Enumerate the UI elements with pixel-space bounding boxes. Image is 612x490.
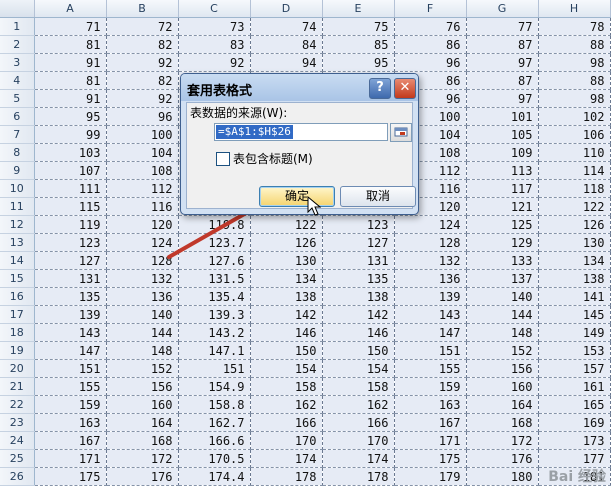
cancel-button[interactable]: 取消: [340, 186, 416, 207]
source-label: 表数据的来源(W):: [190, 106, 288, 120]
help-button[interactable]: ?: [369, 78, 391, 99]
dialog-titlebar: 套用表格式 ? ✕: [181, 74, 418, 101]
format-as-table-dialog: 套用表格式 ? ✕ 表数据的来源(W): =$A$1:$H$26 表包含标题(M…: [180, 73, 419, 215]
ok-button[interactable]: 确定: [259, 186, 335, 207]
close-button[interactable]: ✕: [394, 78, 416, 99]
range-value: =$A$1:$H$26: [216, 125, 293, 139]
range-collapse-button[interactable]: [390, 123, 412, 142]
has-headers-label: 表包含标题(M): [233, 152, 313, 166]
has-headers-checkbox[interactable]: [216, 152, 230, 166]
mouse-pointer-icon: [307, 196, 321, 216]
dialog-title: 套用表格式: [187, 84, 253, 99]
dialog-body: 表数据的来源(W): =$A$1:$H$26 表包含标题(M) 确定 取消: [186, 102, 416, 209]
watermark: Bai 经验: [548, 469, 606, 485]
range-input[interactable]: =$A$1:$H$26: [214, 123, 388, 141]
range-collapse-icon: [394, 127, 408, 137]
